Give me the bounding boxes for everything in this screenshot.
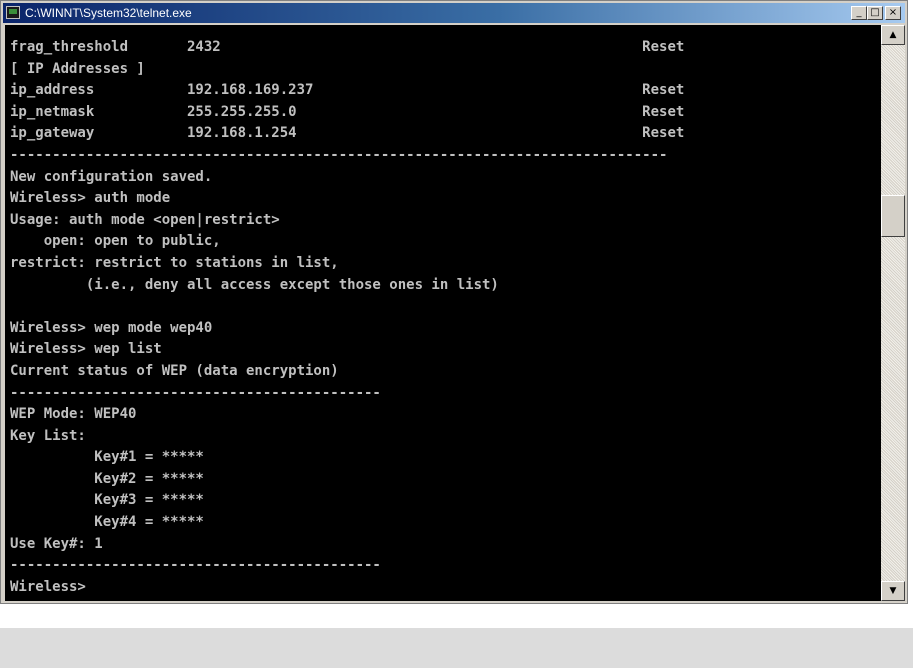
console-line: ip_address 192.168.169.237 Reset (10, 82, 685, 99)
scroll-up-button[interactable]: ▲ (881, 25, 905, 45)
console-line: ip_netmask 255.255.255.0 Reset (10, 103, 685, 120)
console-line: Wireless> auth mode (10, 190, 171, 207)
console-line: Usage: auth mode <open|restrict> (10, 211, 280, 228)
console-line: Key#4 = ***** (10, 514, 204, 531)
console-line: (i.e., deny all access except those ones… (10, 276, 499, 293)
console-line: Key#2 = ***** (10, 470, 204, 487)
console-app-icon[interactable] (6, 6, 20, 19)
vertical-scrollbar[interactable]: ▲ ▼ (881, 25, 905, 601)
title-bar[interactable]: C:\WINNT\System32\telnet.exe _ □ × (3, 3, 905, 23)
console-line: Wireless> (10, 578, 86, 595)
window-title: C:\WINNT\System32\telnet.exe (25, 6, 192, 20)
console-line: Wireless> wep list (10, 341, 162, 358)
console-line: ----------------------------------------… (10, 557, 381, 574)
page-footer-bar (0, 628, 913, 668)
console-line: Key List: (10, 427, 86, 444)
minimize-button[interactable]: _ (851, 6, 867, 20)
maximize-button[interactable]: □ (867, 6, 883, 20)
console-line: Use Key#: 1 (10, 535, 103, 552)
console-line: Current status of WEP (data encryption) (10, 362, 339, 379)
console-text-area: frag_threshold 2432 Reset [ IP Addresses … (5, 25, 881, 598)
console-line: [ IP Addresses ] (10, 60, 145, 77)
console-line: ----------------------------------------… (10, 146, 668, 163)
console-line: New configuration saved. (10, 168, 213, 185)
console-line: Wireless> wep mode wep40 (10, 319, 213, 336)
up-arrow-icon: ▲ (889, 30, 897, 40)
down-arrow-icon: ▼ (889, 586, 897, 596)
console-line: Key#3 = ***** (10, 492, 204, 509)
console-line: ----------------------------------------… (10, 384, 381, 401)
console-line: ip_gateway 192.168.1.254 Reset (10, 125, 685, 142)
console-output[interactable]: frag_threshold 2432 Reset [ IP Addresses … (5, 25, 881, 601)
scroll-thumb[interactable] (881, 195, 905, 237)
telnet-window: C:\WINNT\System32\telnet.exe _ □ × frag_… (0, 0, 908, 604)
scroll-down-button[interactable]: ▼ (881, 581, 905, 601)
close-button[interactable]: × (885, 6, 901, 20)
console-line: frag_threshold 2432 Reset (10, 39, 685, 55)
console-line: open: open to public, (10, 233, 221, 250)
console-line: WEP Mode: WEP40 (10, 406, 137, 423)
console-line: Key#1 = ***** (10, 449, 204, 466)
console-line: restrict: restrict to stations in list, (10, 254, 339, 271)
